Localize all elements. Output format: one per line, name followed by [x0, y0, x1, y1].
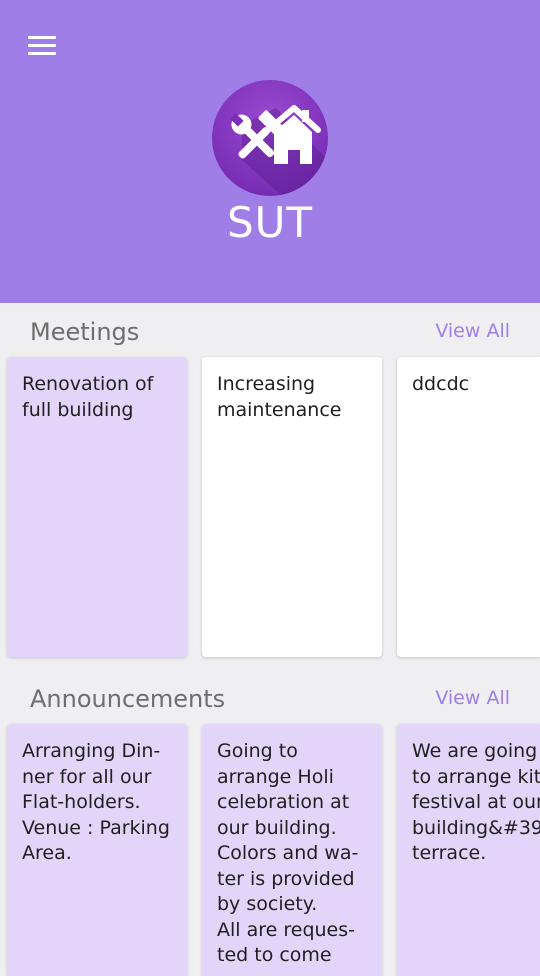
meeting-card[interactable]: Increasing maintenance [202, 357, 382, 657]
app-title: SUT [226, 198, 314, 247]
announcement-card-text: Going to arrange Holi celebration at our… [217, 740, 359, 966]
app-header: SUT [0, 0, 540, 303]
announcement-card-text: We are going to arrange kite festival at… [412, 740, 540, 864]
announcement-card[interactable]: We are going to arrange kite festival at… [397, 724, 540, 976]
meeting-card-text: Renovation of full building [22, 373, 154, 421]
menu-icon[interactable] [28, 36, 56, 56]
meetings-view-all-link[interactable]: View All [435, 320, 510, 342]
announcements-section-title: Announcements [30, 685, 226, 713]
home-repair-logo [212, 80, 328, 196]
announcement-card-text: Arranging Din- ner for all our Flat-hold… [22, 740, 170, 864]
meeting-card-text: Increasing maintenance [217, 373, 342, 421]
meetings-section-title: Meetings [30, 318, 140, 346]
meeting-card-text: ddcdc [412, 373, 470, 395]
announcement-card[interactable]: Going to arrange Holi celebration at our… [202, 724, 382, 976]
announcement-card[interactable]: Arranging Din- ner for all our Flat-hold… [7, 724, 187, 976]
meeting-card[interactable]: Renovation of full building [7, 357, 187, 657]
meeting-card[interactable]: ddcdc [397, 357, 540, 657]
announcements-view-all-link[interactable]: View All [435, 687, 510, 709]
